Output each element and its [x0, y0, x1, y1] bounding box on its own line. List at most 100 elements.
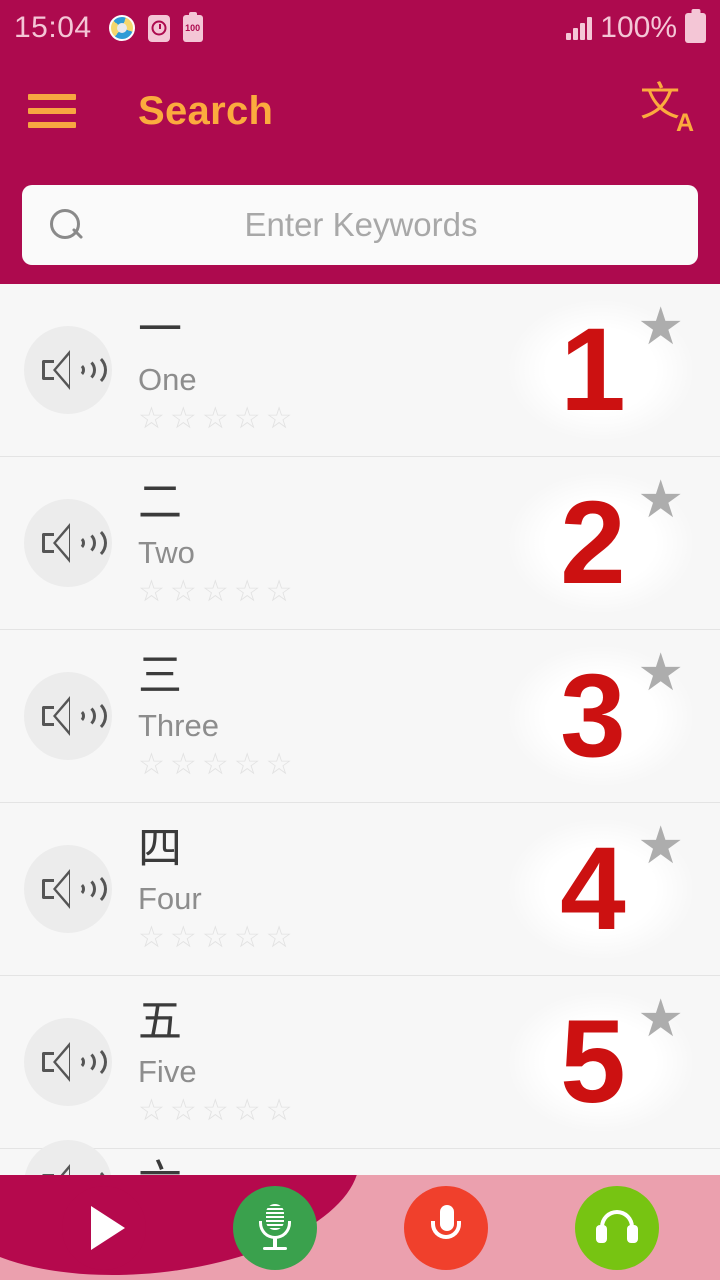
- rating-star[interactable]: ☆: [202, 1095, 229, 1126]
- rank-number: 4: [560, 823, 626, 955]
- rating-star[interactable]: ☆: [138, 1095, 165, 1126]
- hanzi-label: 四: [138, 823, 182, 875]
- row-text: 一 One ☆ ☆ ☆ ☆ ☆: [138, 306, 293, 434]
- english-label: Three: [138, 708, 219, 744]
- rating-stars[interactable]: ☆ ☆ ☆ ☆ ☆: [138, 749, 293, 780]
- hamburger-menu-icon[interactable]: [28, 94, 76, 128]
- speaker-icon[interactable]: [24, 326, 112, 414]
- battery-percent-label: 100%: [600, 11, 677, 44]
- rating-star[interactable]: ☆: [170, 749, 197, 780]
- hanzi-label: 二: [138, 477, 182, 529]
- rating-star[interactable]: ☆: [202, 576, 229, 607]
- english-label: One: [138, 362, 197, 398]
- english-label: Five: [138, 1054, 197, 1090]
- rank-badge: 2 ★: [506, 468, 696, 618]
- rating-star[interactable]: ☆: [202, 749, 229, 780]
- translate-icon-zh-glyph: 文: [640, 79, 680, 125]
- listen-button[interactable]: [574, 1185, 659, 1270]
- search-bar-container: [0, 166, 720, 284]
- favorite-star-icon[interactable]: ★: [637, 647, 684, 699]
- word-list[interactable]: 一 One ☆ ☆ ☆ ☆ ☆ 1 ★ 二 Two ☆ ☆ ☆ ☆ ☆ 2 ★ …: [0, 284, 720, 1175]
- rating-star[interactable]: ☆: [138, 576, 165, 607]
- rating-star[interactable]: ☆: [170, 576, 197, 607]
- rating-star[interactable]: ☆: [138, 749, 165, 780]
- row-text: 二 Two ☆ ☆ ☆ ☆ ☆: [138, 479, 293, 607]
- hanzi-label: 六: [138, 1158, 182, 1175]
- rank-number: 1: [560, 304, 626, 436]
- row-text: 三 Three ☆ ☆ ☆ ☆ ☆: [138, 652, 293, 780]
- rating-star[interactable]: ☆: [266, 403, 293, 434]
- rating-star[interactable]: ☆: [266, 1095, 293, 1126]
- rating-star[interactable]: ☆: [234, 576, 261, 607]
- search-box[interactable]: [22, 185, 698, 265]
- rank-number: 2: [560, 477, 626, 609]
- record-button[interactable]: [403, 1185, 488, 1270]
- speaker-icon[interactable]: [24, 499, 112, 587]
- speaker-icon[interactable]: [24, 845, 112, 933]
- hanzi-label: 五: [138, 996, 182, 1048]
- translate-icon[interactable]: 文 A: [640, 82, 694, 137]
- hanzi-label: 一: [138, 304, 182, 356]
- battery-saver-icon: 100: [182, 14, 203, 42]
- rating-star[interactable]: ☆: [202, 403, 229, 434]
- rating-star[interactable]: ☆: [234, 922, 261, 953]
- rating-star[interactable]: ☆: [234, 403, 261, 434]
- bottom-toolbar: [0, 1175, 720, 1280]
- search-input[interactable]: [84, 206, 638, 244]
- speaker-icon[interactable]: [24, 672, 112, 760]
- app-bar: Search 文 A: [0, 56, 720, 166]
- table-row[interactable]: 二 Two ☆ ☆ ☆ ☆ ☆ 2 ★: [0, 457, 720, 630]
- favorite-star-icon[interactable]: ★: [637, 820, 684, 872]
- rank-badge: 3 ★: [506, 641, 696, 791]
- row-text: 四 Four ☆ ☆ ☆ ☆ ☆: [138, 825, 293, 953]
- favorite-star-icon[interactable]: ★: [637, 474, 684, 526]
- status-bar: 15:04 100 100%: [0, 0, 720, 56]
- rating-star[interactable]: ☆: [234, 749, 261, 780]
- battery-saver-label: 100: [185, 22, 201, 33]
- status-bar-time: 15:04: [14, 11, 92, 44]
- rating-star[interactable]: ☆: [138, 403, 165, 434]
- rating-star[interactable]: ☆: [138, 922, 165, 953]
- alarm-icon: [147, 14, 170, 42]
- microphone-icon: [428, 1204, 464, 1251]
- rank-number: 3: [560, 650, 626, 782]
- headphones-icon: [595, 1209, 639, 1246]
- translate-icon-latin-glyph: A: [675, 109, 694, 137]
- row-text: 六: [138, 1158, 182, 1175]
- signal-icon: [566, 16, 593, 40]
- table-row[interactable]: 五 Five ☆ ☆ ☆ ☆ ☆ 5 ★: [0, 976, 720, 1149]
- rank-badge: 1 ★: [506, 295, 696, 445]
- battery-icon: [685, 13, 706, 43]
- rating-star[interactable]: ☆: [170, 403, 197, 434]
- favorite-star-icon[interactable]: ★: [637, 301, 684, 353]
- rating-star[interactable]: ☆: [202, 922, 229, 953]
- rating-star[interactable]: ☆: [170, 922, 197, 953]
- table-row[interactable]: 一 One ☆ ☆ ☆ ☆ ☆ 1 ★: [0, 284, 720, 457]
- rank-number: 5: [560, 996, 626, 1128]
- speaker-icon[interactable]: [24, 1018, 112, 1106]
- search-icon: [48, 207, 84, 243]
- status-bar-left-icons: 100: [108, 14, 203, 42]
- rating-star[interactable]: ☆: [266, 749, 293, 780]
- rating-star[interactable]: ☆: [266, 922, 293, 953]
- table-row[interactable]: 三 Three ☆ ☆ ☆ ☆ ☆ 3 ★: [0, 630, 720, 803]
- rank-badge: 5 ★: [506, 987, 696, 1137]
- rating-star[interactable]: ☆: [266, 576, 293, 607]
- studio-microphone-icon: [255, 1203, 295, 1252]
- rating-star[interactable]: ☆: [234, 1095, 261, 1126]
- rating-star[interactable]: ☆: [170, 1095, 197, 1126]
- rating-stars[interactable]: ☆ ☆ ☆ ☆ ☆: [138, 576, 293, 607]
- table-row[interactable]: 六: [0, 1140, 720, 1175]
- page-title: Search: [138, 88, 274, 133]
- studio-mic-button[interactable]: [232, 1185, 317, 1270]
- english-label: Two: [138, 535, 195, 571]
- rating-stars[interactable]: ☆ ☆ ☆ ☆ ☆: [138, 1095, 293, 1126]
- play-button[interactable]: [61, 1185, 146, 1270]
- favorite-star-icon[interactable]: ★: [637, 993, 684, 1045]
- app-screen: 15:04 100 100% Search 文 A Enter Keywords…: [0, 0, 720, 1280]
- table-row[interactable]: 四 Four ☆ ☆ ☆ ☆ ☆ 4 ★: [0, 803, 720, 976]
- play-icon: [90, 1205, 125, 1250]
- hanzi-label: 三: [138, 650, 182, 702]
- rating-stars[interactable]: ☆ ☆ ☆ ☆ ☆: [138, 403, 293, 434]
- rating-stars[interactable]: ☆ ☆ ☆ ☆ ☆: [138, 922, 293, 953]
